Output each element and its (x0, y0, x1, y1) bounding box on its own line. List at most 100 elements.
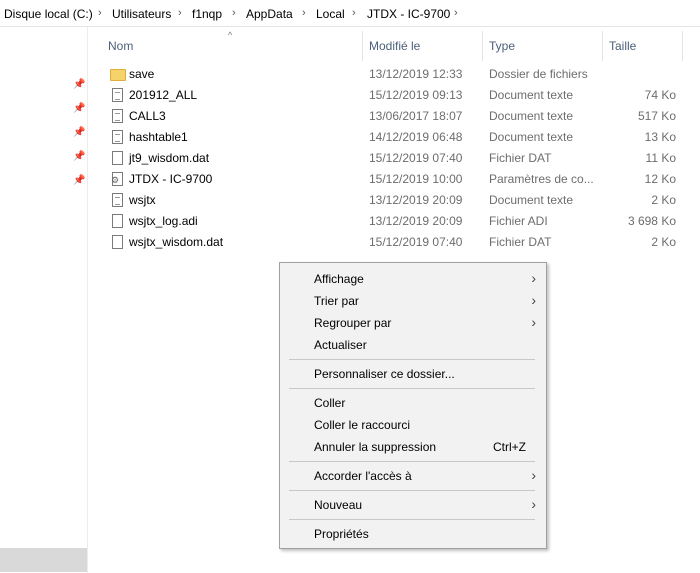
file-icon (112, 151, 123, 165)
navigation-pane[interactable]: 📌 📌 📌 📌 📌 (0, 27, 88, 573)
file-date: 15/12/2019 07:40 (369, 151, 463, 165)
file-size: 74 Ko (644, 88, 676, 102)
file-size: 11 Ko (645, 151, 676, 165)
file-date: 13/12/2019 20:09 (369, 214, 463, 228)
file-type: Document texte (489, 88, 574, 102)
menu-item-view[interactable]: Affichage › (280, 268, 546, 290)
file-row[interactable]: save 13/12/2019 12:33 Dossier de fichier… (106, 64, 686, 85)
file-type: Document texte (489, 109, 574, 123)
file-name: CALL3 (129, 109, 166, 123)
column-name[interactable]: Nom (108, 39, 133, 53)
column-modified[interactable]: Modifié le (369, 39, 420, 53)
file-type: Document texte (489, 193, 574, 207)
breadcrumb-chevron-icon[interactable]: › (98, 7, 102, 19)
breadcrumb-chevron-icon[interactable]: › (454, 7, 458, 19)
file-name: wsjtx (129, 193, 156, 207)
menu-item-label: Nouveau (314, 498, 363, 512)
file-date: 14/12/2019 06:48 (369, 130, 463, 144)
text-file-icon (112, 193, 123, 207)
menu-item-label: Annuler la suppression (314, 440, 437, 454)
file-row[interactable]: wsjtx 13/12/2019 20:09 Document texte 2 … (106, 190, 686, 211)
text-file-icon (112, 88, 123, 102)
file-row[interactable]: wsjtx_log.adi 13/12/2019 20:09 Fichier A… (106, 211, 686, 232)
breadcrumb-item-drive[interactable]: Disque local (C:) (4, 7, 93, 21)
pin-icon: 📌 (73, 103, 86, 114)
column-type[interactable]: Type (489, 39, 515, 53)
menu-item-paste-shortcut[interactable]: Coller le raccourci (280, 414, 546, 436)
file-row[interactable]: JTDX - IC-9700 15/12/2019 10:00 Paramètr… (106, 169, 686, 190)
file-row[interactable]: jt9_wisdom.dat 15/12/2019 07:40 Fichier … (106, 148, 686, 169)
menu-item-label: Accorder l'accès à (314, 469, 412, 483)
breadcrumb-chevron-icon[interactable]: › (352, 7, 356, 19)
menu-item-undo-delete[interactable]: Annuler la suppression Ctrl+Z (280, 436, 546, 458)
chevron-right-icon: › (531, 496, 536, 512)
text-file-icon (112, 109, 123, 123)
menu-item-label: Affichage (314, 272, 364, 286)
text-file-icon (112, 130, 123, 144)
file-row[interactable]: wsjtx_wisdom.dat 15/12/2019 07:40 Fichie… (106, 232, 686, 253)
pin-icon: 📌 (73, 175, 86, 186)
menu-item-label: Trier par (314, 294, 359, 308)
menu-item-customize-folder[interactable]: Personnaliser ce dossier... (280, 363, 546, 385)
chevron-right-icon: › (531, 467, 536, 483)
settings-file-icon (111, 172, 123, 186)
file-type: Fichier DAT (489, 235, 552, 249)
file-name: wsjtx_wisdom.dat (129, 235, 224, 249)
breadcrumb-chevron-icon[interactable]: › (232, 7, 236, 19)
menu-item-properties[interactable]: Propriétés (280, 523, 546, 545)
breadcrumb-item-appdata[interactable]: AppData (246, 7, 293, 21)
menu-item-label: Actualiser (314, 338, 367, 352)
file-size: 3 698 Ko (627, 214, 676, 228)
menu-separator (289, 490, 535, 491)
file-date: 15/12/2019 10:00 (369, 172, 463, 186)
menu-item-refresh[interactable]: Actualiser (280, 334, 546, 356)
file-name: jt9_wisdom.dat (129, 151, 210, 165)
nav-selected-item[interactable] (0, 548, 87, 572)
menu-separator (289, 388, 535, 389)
pin-icon: 📌 (73, 127, 86, 138)
menu-item-group-by[interactable]: Regrouper par › (280, 312, 546, 334)
menu-item-sort-by[interactable]: Trier par › (280, 290, 546, 312)
file-name: 201912_ALL (129, 88, 198, 102)
menu-item-new[interactable]: Nouveau › (280, 494, 546, 516)
file-row[interactable]: hashtable1 14/12/2019 06:48 Document tex… (106, 127, 686, 148)
file-name: JTDX - IC-9700 (129, 172, 213, 186)
address-bar[interactable]: Disque local (C:) › Utilisateurs › f1nqp… (0, 0, 700, 27)
file-size: 2 Ko (651, 235, 676, 249)
pin-icon: 📌 (73, 79, 86, 90)
column-divider[interactable] (482, 31, 483, 61)
file-date: 13/12/2019 20:09 (369, 193, 463, 207)
file-type: Document texte (489, 130, 574, 144)
breadcrumb-item-users[interactable]: Utilisateurs (112, 7, 171, 21)
file-size: 517 Ko (637, 109, 676, 123)
menu-separator (289, 359, 535, 360)
file-size: 13 Ko (644, 130, 676, 144)
breadcrumb-chevron-icon[interactable]: › (302, 7, 306, 19)
file-type: Dossier de fichiers (489, 67, 588, 81)
breadcrumb-item-current[interactable]: JTDX - IC-9700 (367, 7, 450, 21)
file-date: 13/12/2019 12:33 (369, 67, 463, 81)
menu-item-label: Regrouper par (314, 316, 392, 330)
menu-item-label: Coller (314, 396, 346, 410)
menu-item-give-access[interactable]: Accorder l'accès à › (280, 465, 546, 487)
file-size: 12 Ko (644, 172, 676, 186)
breadcrumb-chevron-icon[interactable]: › (178, 7, 182, 19)
pin-icon: 📌 (73, 151, 86, 162)
column-size[interactable]: Taille (609, 39, 636, 53)
breadcrumb-item-user[interactable]: f1nqp (192, 7, 222, 21)
menu-item-label: Coller le raccourci (314, 418, 411, 432)
file-date: 15/12/2019 09:13 (369, 88, 463, 102)
menu-item-paste[interactable]: Coller (280, 392, 546, 414)
folder-icon (110, 69, 126, 81)
file-type: Fichier DAT (489, 151, 552, 165)
menu-item-label: Propriétés (314, 527, 369, 541)
menu-separator (289, 519, 535, 520)
column-divider[interactable] (682, 31, 683, 61)
file-row[interactable]: CALL3 13/06/2017 18:07 Document texte 51… (106, 106, 686, 127)
breadcrumb-item-local[interactable]: Local (316, 7, 345, 21)
file-type: Fichier ADI (489, 214, 548, 228)
chevron-right-icon: › (531, 270, 536, 286)
column-divider[interactable] (602, 31, 603, 61)
column-divider[interactable] (362, 31, 363, 61)
file-row[interactable]: 201912_ALL 15/12/2019 09:13 Document tex… (106, 85, 686, 106)
